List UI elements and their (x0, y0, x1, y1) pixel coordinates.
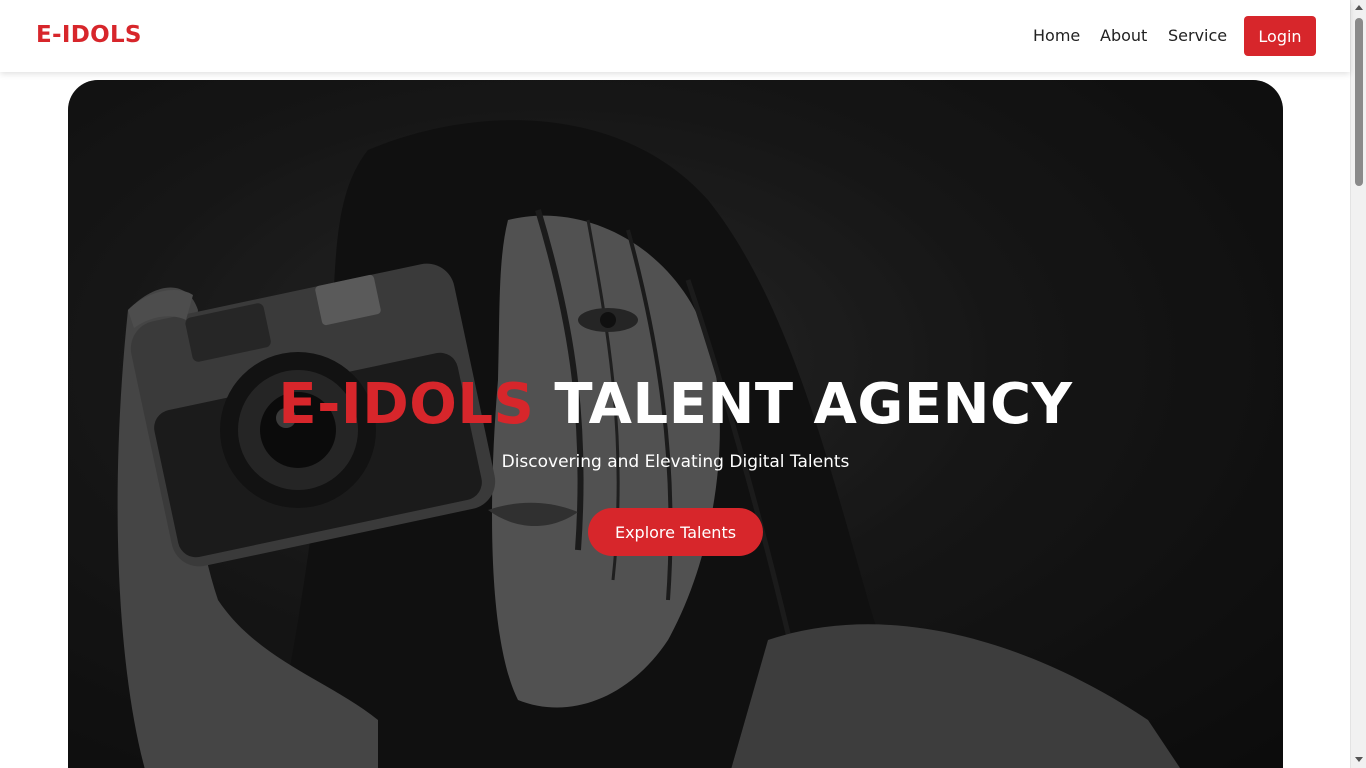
hero-subtitle: Discovering and Elevating Digital Talent… (501, 452, 850, 472)
explore-talents-button[interactable]: Explore Talents (588, 508, 763, 556)
brand-logo[interactable]: E-IDOLS (36, 20, 142, 50)
scrollbar-thumb[interactable] (1355, 18, 1363, 186)
nav-link-service[interactable]: Service (1168, 24, 1227, 48)
scroll-down-arrow-icon[interactable] (1355, 757, 1363, 762)
page-scrollbar[interactable] (1350, 0, 1366, 768)
scroll-up-arrow-icon[interactable] (1355, 5, 1363, 10)
hero-title-rest: TALENT AGENCY (554, 372, 1073, 437)
hero-title: E-IDOLS TALENT AGENCY (68, 370, 1283, 440)
hero-banner: E-IDOLS TALENT AGENCY Discovering and El… (68, 80, 1283, 768)
nav-link-about[interactable]: About (1100, 24, 1147, 48)
login-button[interactable]: Login (1244, 16, 1316, 56)
nav-link-home[interactable]: Home (1033, 24, 1080, 48)
hero-title-accent: E-IDOLS (278, 372, 535, 437)
top-navbar: E-IDOLS Home About Service Login (0, 0, 1350, 72)
